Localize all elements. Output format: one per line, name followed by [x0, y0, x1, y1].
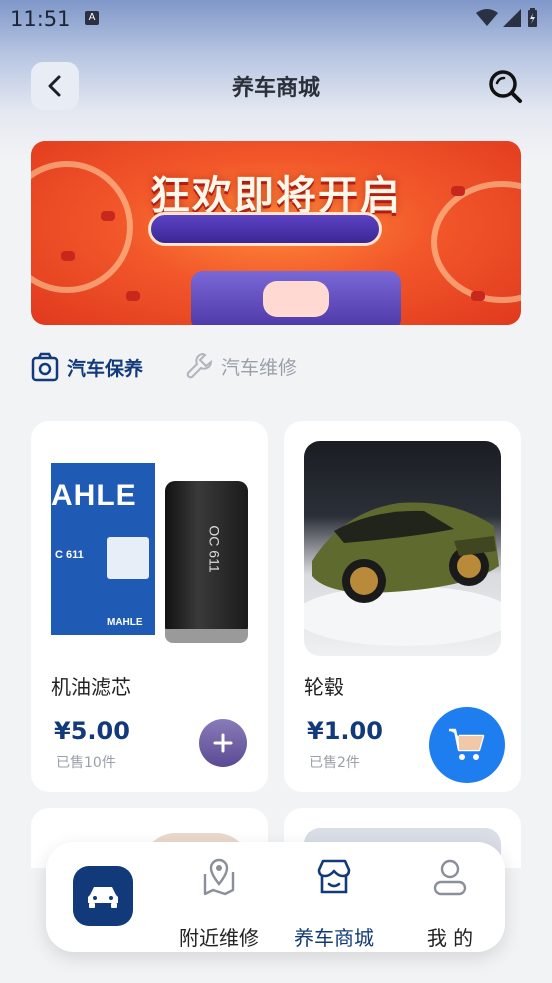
- cart-button[interactable]: [429, 707, 505, 783]
- search-icon: [489, 70, 522, 103]
- status-bar: 11:51 A: [0, 0, 552, 38]
- banner-decoration: [126, 291, 140, 301]
- wrench-icon: [186, 352, 213, 379]
- product-name: 轮毂: [304, 675, 344, 699]
- battery-icon: [528, 8, 537, 27]
- camera-icon: [31, 352, 59, 382]
- banner-stage: [191, 271, 401, 325]
- tab-car-repair[interactable]: 汽车维修: [185, 352, 297, 380]
- tab-label: 汽车保养: [67, 357, 144, 380]
- product-brand-text: AHLE: [51, 479, 137, 512]
- tab-label: 汽车维修: [221, 356, 298, 379]
- tab-car-maintenance[interactable]: 汽车保养: [31, 352, 143, 382]
- plus-icon: [213, 733, 233, 753]
- product-card[interactable]: AHLE C 611 MAHLE OC 611 机油滤芯 ¥5.00 已售10件: [31, 421, 268, 792]
- page-title: 养车商城: [231, 76, 320, 101]
- product-price: ¥5.00: [54, 717, 130, 745]
- nav-label: 我 的: [426, 926, 474, 950]
- product-logo-text: MAHLE: [107, 617, 143, 628]
- banner-bar: [148, 212, 382, 246]
- car-image: [304, 502, 501, 646]
- product-image: [304, 441, 501, 656]
- search-button[interactable]: [487, 68, 523, 104]
- car-icon: [88, 887, 118, 908]
- store-icon: [317, 859, 351, 894]
- filter-code-text: OC 611: [206, 525, 223, 573]
- status-icons: [476, 8, 538, 28]
- user-icon: [433, 859, 467, 896]
- wifi-icon: [476, 9, 498, 26]
- notification-icon: A: [85, 11, 99, 25]
- product-code-text: C 611: [55, 549, 84, 561]
- product-sold-count: 已售10件: [56, 755, 116, 771]
- banner-decoration: [471, 291, 485, 301]
- product-sold-count: 已售2件: [309, 755, 360, 771]
- product-name: 机油滤芯: [51, 675, 131, 699]
- status-time: 11:51: [10, 7, 71, 31]
- home-button[interactable]: [73, 866, 133, 926]
- nav-label: 养车商城: [294, 926, 374, 950]
- product-image: AHLE C 611 MAHLE OC 611: [51, 441, 248, 656]
- nav-label: 附近维修: [179, 926, 259, 950]
- product-card[interactable]: 轮毂 ¥1.00 已售2件: [284, 421, 521, 792]
- shopping-cart-icon: [449, 728, 485, 760]
- oil-filter-base: [165, 629, 248, 643]
- bottom-navigation: 附近维修 养车商城 我 的: [46, 842, 505, 952]
- signal-icon: [503, 9, 521, 27]
- map-pin-icon: [203, 858, 235, 896]
- add-button[interactable]: [199, 719, 247, 767]
- banner-decoration: [61, 251, 75, 261]
- product-label: [107, 537, 149, 579]
- product-price: ¥1.00: [307, 717, 383, 745]
